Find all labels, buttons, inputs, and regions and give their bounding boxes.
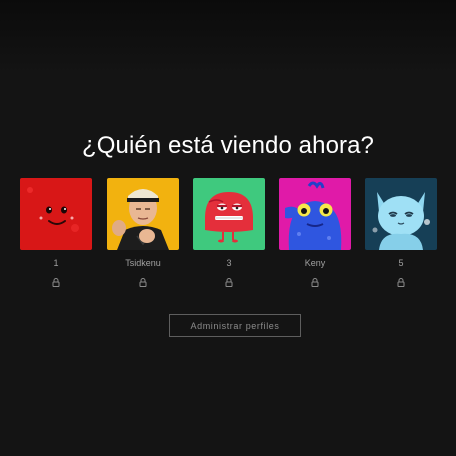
lock-icon — [225, 278, 234, 288]
karate-man-avatar[interactable] — [107, 178, 179, 250]
manage-profiles-button[interactable]: Administrar perfiles — [169, 314, 301, 337]
lock-icon — [139, 278, 148, 288]
profile-name: Keny — [304, 258, 326, 268]
profile-item-5[interactable]: 5 — [365, 178, 437, 288]
top-bar — [0, 0, 456, 74]
red-smiley-avatar[interactable] — [20, 178, 92, 250]
profile-list: 1 Tsidkenu 3 Keny 5 — [20, 178, 440, 288]
profile-name: 3 — [226, 258, 232, 268]
profile-item-3[interactable]: 3 — [193, 178, 265, 288]
blue-cat-avatar[interactable] — [365, 178, 437, 250]
profile-name: Tsidkenu — [125, 258, 161, 268]
profile-item-1[interactable]: 1 — [20, 178, 92, 288]
profile-name: 1 — [53, 258, 59, 268]
lock-icon — [52, 278, 61, 288]
profile-name: 5 — [398, 258, 404, 268]
blue-creature-avatar[interactable] — [279, 178, 351, 250]
profile-item-keny[interactable]: Keny — [279, 178, 351, 288]
page-title: ¿Quién está viendo ahora? — [81, 132, 375, 159]
red-monster-avatar[interactable] — [193, 178, 265, 250]
profile-item-tsidkenu[interactable]: Tsidkenu — [107, 178, 179, 288]
lock-icon — [397, 278, 406, 288]
lock-icon — [311, 278, 320, 288]
